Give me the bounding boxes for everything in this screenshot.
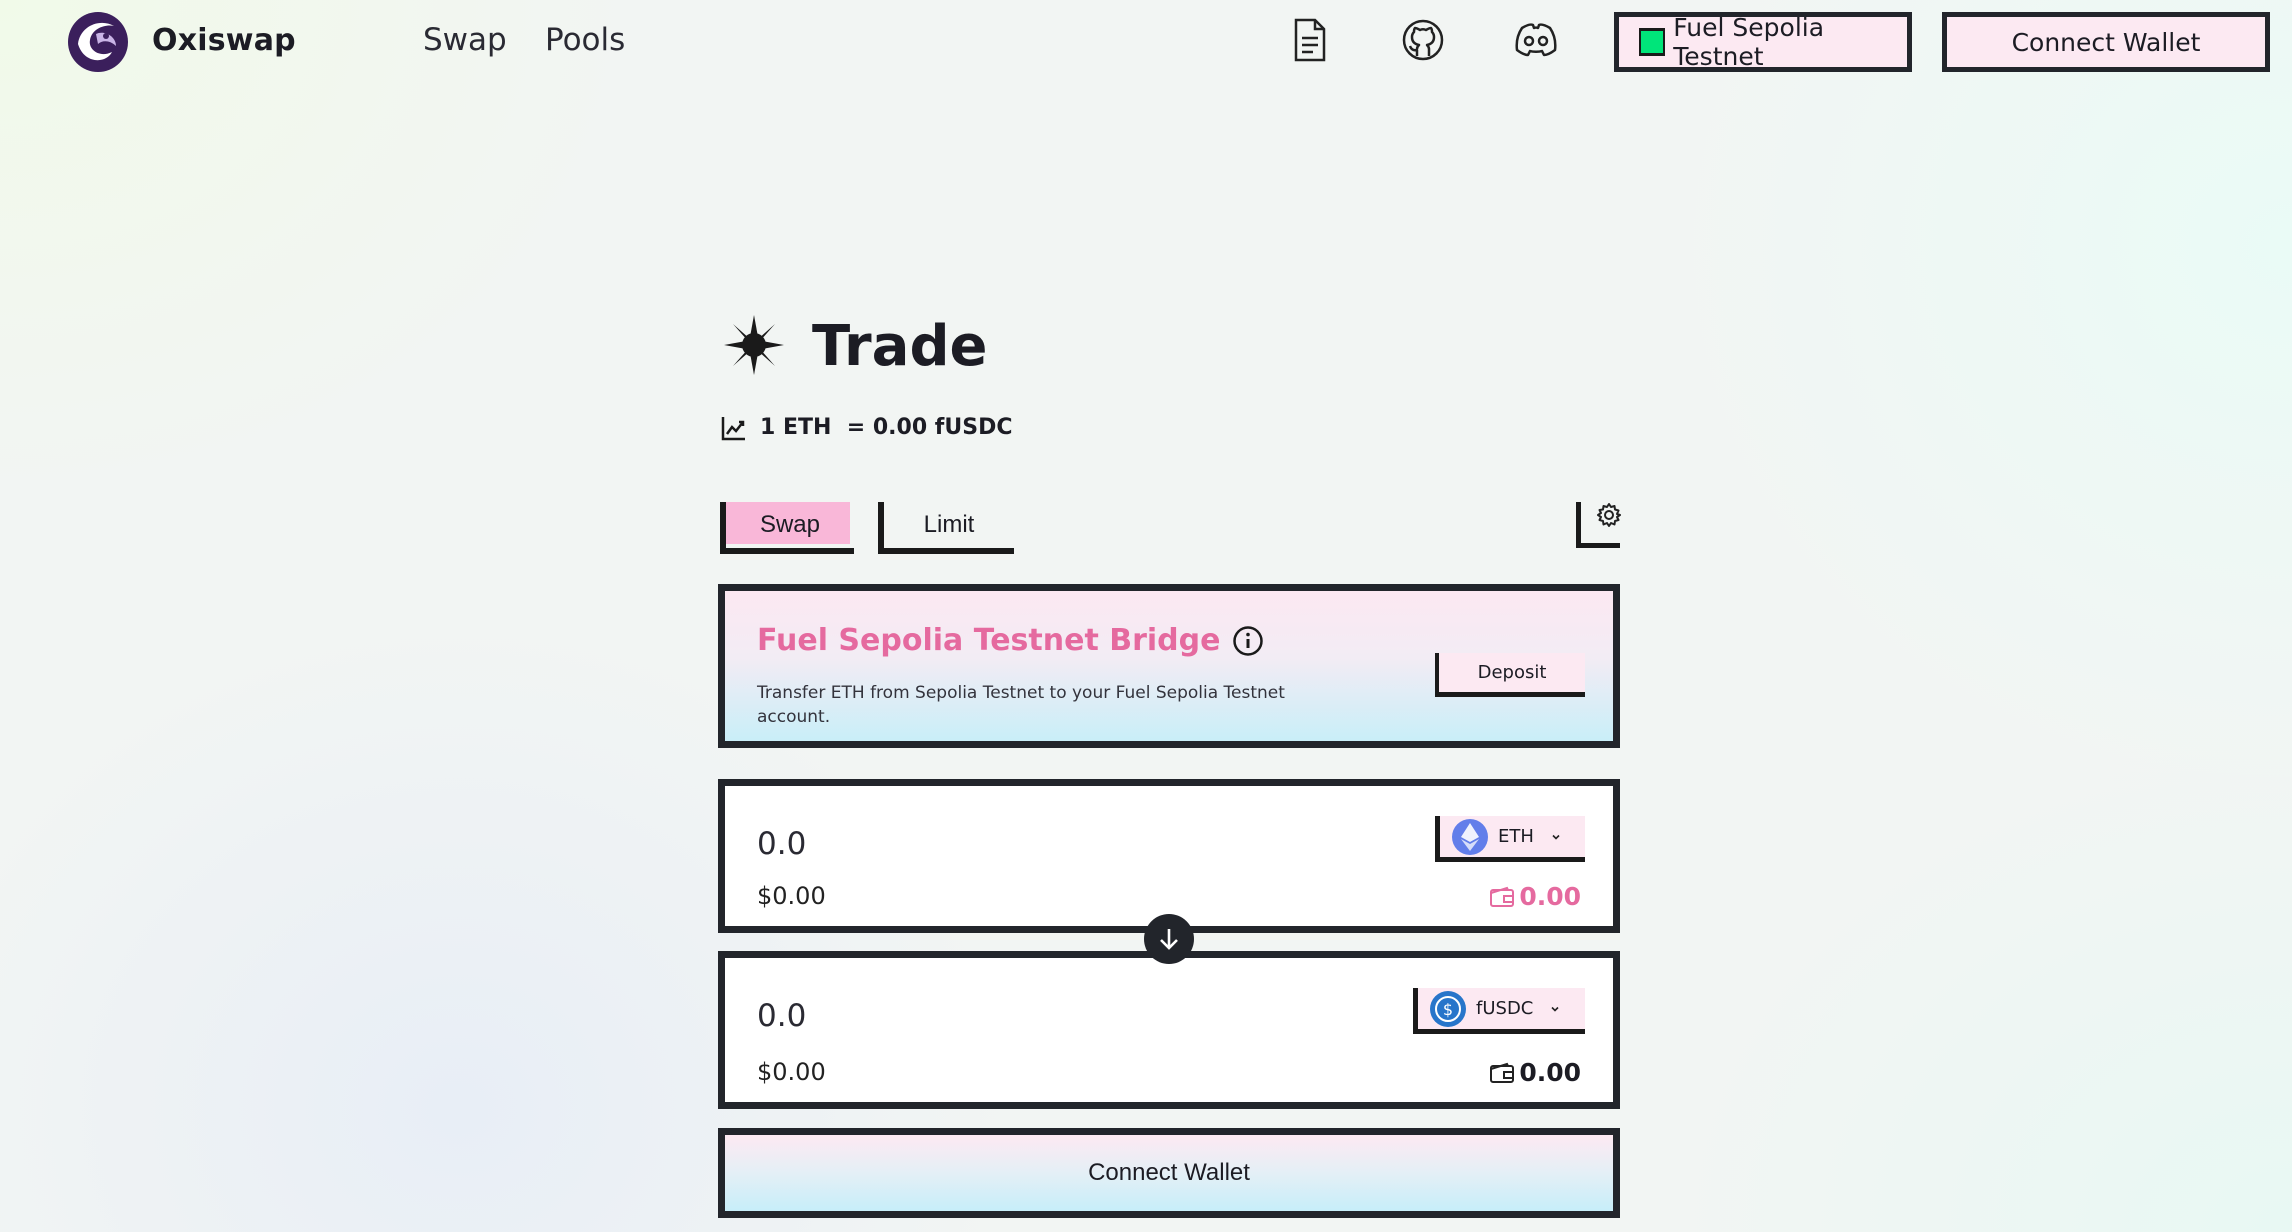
from-token-card: $0.00 ETH 0.00 bbox=[718, 779, 1620, 933]
deposit-button[interactable]: Deposit bbox=[1435, 653, 1585, 697]
network-label: Fuel Sepolia Testnet bbox=[1673, 13, 1825, 71]
chart-trend-icon bbox=[720, 414, 748, 442]
document-icon[interactable] bbox=[1284, 14, 1336, 66]
wallet-icon bbox=[1490, 886, 1515, 907]
rate-base: 1 ETH bbox=[760, 415, 832, 440]
nav-swap[interactable]: Swap bbox=[423, 22, 507, 58]
to-token-card: $0.00 $ fUSDC 0.00 bbox=[718, 951, 1620, 1109]
from-token-selector[interactable]: ETH bbox=[1435, 816, 1585, 862]
from-balance: 0.00 bbox=[1489, 882, 1581, 911]
nav-pools[interactable]: Pools bbox=[545, 22, 625, 58]
tab-limit-label: Limit bbox=[923, 511, 975, 538]
bridge-description: Transfer ETH from Sepolia Testnet to you… bbox=[757, 683, 1285, 727]
connect-wallet-button[interactable]: Connect Wallet bbox=[718, 1128, 1620, 1218]
swap-direction-button[interactable] bbox=[1144, 914, 1194, 964]
svg-text:$: $ bbox=[1443, 1000, 1453, 1019]
github-icon[interactable] bbox=[1397, 14, 1449, 66]
to-balance: 0.00 bbox=[1489, 1058, 1581, 1087]
settings-button[interactable] bbox=[1576, 502, 1621, 548]
to-balance-value: 0.00 bbox=[1519, 1058, 1581, 1087]
sparkle-icon bbox=[722, 313, 786, 377]
tab-swap[interactable]: Swap bbox=[720, 502, 854, 554]
rate-value: = 0.00 fUSDC bbox=[846, 415, 1013, 440]
info-icon[interactable] bbox=[1232, 625, 1264, 657]
to-usd-value: $0.00 bbox=[757, 1058, 826, 1086]
gear-icon bbox=[1597, 503, 1621, 527]
tab-limit[interactable]: Limit bbox=[878, 502, 1014, 554]
wallet-icon bbox=[1490, 1062, 1515, 1083]
chevron-down-icon bbox=[1552, 834, 1560, 840]
from-token-symbol: ETH bbox=[1498, 826, 1534, 847]
from-usd-value: $0.00 bbox=[757, 882, 826, 910]
to-token-selector[interactable]: $ fUSDC bbox=[1413, 988, 1585, 1034]
eth-icon bbox=[1452, 818, 1488, 855]
brand-name: Oxiswap bbox=[152, 23, 296, 58]
from-amount-input[interactable] bbox=[757, 826, 1057, 862]
usdc-icon: $ bbox=[1430, 990, 1466, 1027]
exchange-rate: 1 ETH = 0.00 fUSDC bbox=[760, 415, 1012, 440]
bridge-card: Fuel Sepolia Testnet Bridge Transfer ETH… bbox=[718, 584, 1620, 748]
fuel-network-icon bbox=[1639, 28, 1666, 56]
network-selector-button[interactable]: Fuel Sepolia Testnet bbox=[1614, 12, 1912, 72]
chevron-down-icon bbox=[1551, 1006, 1559, 1012]
to-token-symbol: fUSDC bbox=[1476, 998, 1534, 1019]
to-amount-input[interactable] bbox=[757, 998, 1057, 1034]
arrow-down-icon bbox=[1160, 929, 1178, 950]
header-connect-wallet-button[interactable]: Connect Wallet bbox=[1942, 12, 2270, 72]
bridge-title: Fuel Sepolia Testnet Bridge bbox=[757, 623, 1264, 658]
oxiswap-logo[interactable] bbox=[66, 10, 130, 74]
page-title: Trade bbox=[812, 314, 988, 379]
discord-icon[interactable] bbox=[1510, 14, 1562, 66]
bridge-title-text: Fuel Sepolia Testnet Bridge bbox=[757, 623, 1221, 658]
from-balance-value: 0.00 bbox=[1519, 882, 1581, 911]
tab-swap-label: Swap bbox=[759, 511, 821, 538]
